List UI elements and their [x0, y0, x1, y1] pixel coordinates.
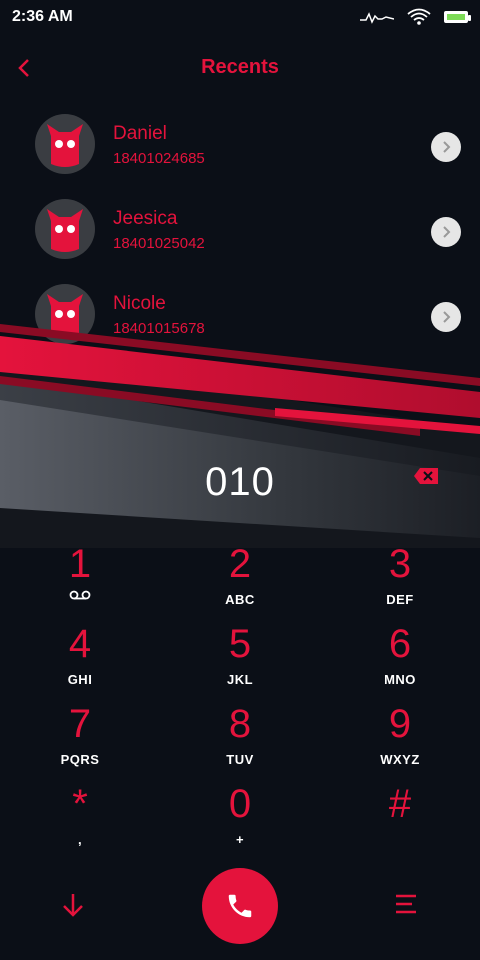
key-star[interactable]: * , [0, 778, 160, 858]
key-8[interactable]: 8 TUV [160, 698, 320, 778]
activity-icon [360, 12, 394, 24]
key-digit: 8 [228, 702, 252, 746]
contact-name: Jeesica [113, 208, 178, 229]
key-letters: WXYZ [380, 752, 420, 767]
key-letters: TUV [226, 752, 254, 767]
key-3[interactable]: 3 DEF [320, 538, 480, 618]
header: Recents [0, 44, 480, 92]
key-letters: DEF [386, 592, 414, 607]
avatar [35, 199, 95, 259]
arrow-down-icon [63, 894, 83, 917]
menu-button[interactable] [392, 890, 422, 920]
key-9[interactable]: 9 WXYZ [320, 698, 480, 778]
key-digit: 3 [388, 542, 412, 586]
owl-avatar-icon [47, 124, 83, 167]
key-digit: 0 [228, 782, 252, 826]
backspace-button[interactable] [412, 466, 444, 488]
contact-detail-button[interactable] [431, 217, 461, 247]
key-letters: GHI [67, 672, 93, 687]
key-letters: + [235, 832, 245, 847]
contact-number: 18401024685 [113, 150, 205, 167]
bottom-action-bar [0, 866, 480, 946]
contact-number: 18401025042 [113, 235, 205, 252]
key-4[interactable]: 4 GHI [0, 618, 160, 698]
contact-name: Nicole [113, 293, 166, 314]
key-digit: 6 [388, 622, 412, 666]
key-digit: # [388, 782, 412, 826]
key-letters: PQRS [60, 752, 100, 767]
key-letters: JKL [226, 672, 254, 687]
page-title: Recents [201, 56, 279, 78]
avatar [35, 114, 95, 174]
contact-detail-button[interactable] [431, 132, 461, 162]
menu-icon [396, 894, 416, 914]
key-5[interactable]: 5 JKL [160, 618, 320, 698]
chevron-right-icon [443, 141, 451, 153]
decorative-stripe-banner [0, 324, 480, 548]
key-digit: 9 [388, 702, 412, 746]
key-letters: , [77, 832, 83, 847]
contact-name: Daniel [113, 123, 167, 144]
key-digit: * [72, 782, 88, 826]
dial-keypad: 1 2 ABC 3 DEF 4 GHI 5 JKL 6 MNO 7 PQRS 8… [0, 538, 480, 858]
backspace-icon [414, 468, 438, 484]
owl-avatar-icon [47, 209, 83, 252]
key-0[interactable]: 0 + [160, 778, 320, 858]
key-2[interactable]: 2 ABC [160, 538, 320, 618]
wifi-icon [407, 8, 431, 25]
voicemail-icon [69, 590, 91, 600]
key-7[interactable]: 7 PQRS [0, 698, 160, 778]
key-digit: 4 [68, 622, 92, 666]
collapse-keypad-button[interactable] [58, 888, 88, 922]
status-time: 2:36 AM [12, 8, 73, 25]
key-digit: 5 [228, 622, 252, 666]
key-hash[interactable]: # [320, 778, 480, 858]
phone-icon [228, 894, 252, 918]
dialed-number: 010 [205, 460, 275, 504]
chevron-right-icon [443, 226, 451, 238]
status-icons [360, 8, 471, 26]
status-bar: 2:36 AM [0, 0, 480, 34]
key-digit: 2 [228, 542, 252, 586]
key-letters: ABC [225, 592, 255, 607]
call-button[interactable] [202, 868, 278, 944]
key-1[interactable]: 1 [0, 538, 160, 618]
key-6[interactable]: 6 MNO [320, 618, 480, 698]
key-digit: 1 [68, 542, 92, 586]
key-digit: 7 [68, 702, 92, 746]
key-letters: MNO [384, 672, 416, 687]
recent-item[interactable]: Jeesica 18401025042 [0, 195, 480, 280]
recent-item[interactable]: Daniel 18401024685 [0, 110, 480, 195]
battery-icon [444, 11, 471, 23]
